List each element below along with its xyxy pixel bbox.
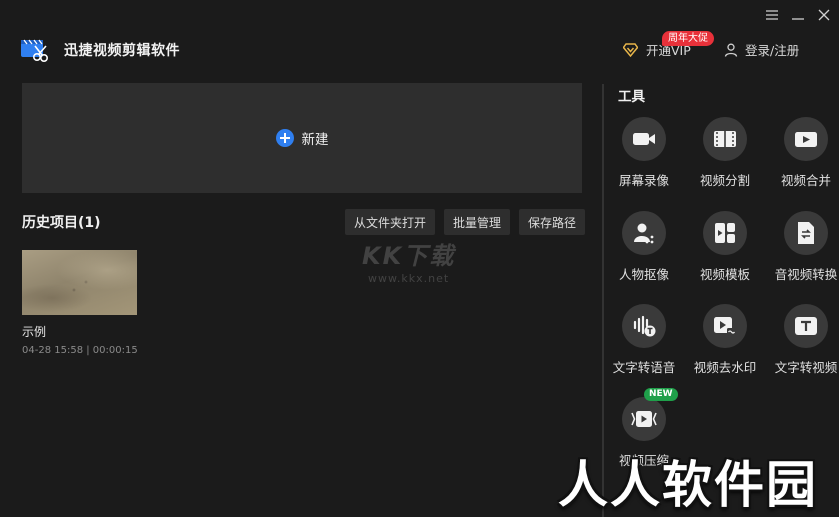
history-title: 历史项目(1) — [22, 215, 101, 231]
tool-av-convert[interactable]: 音视频转换 — [761, 211, 839, 283]
text-to-speech-icon — [622, 304, 666, 348]
login-label: 登录/注册 — [745, 43, 800, 58]
watermark-url: www.kkx.net — [367, 272, 450, 285]
window-controls — [765, 6, 831, 24]
camera-icon — [622, 117, 666, 161]
project-meta: 04-28 15:58 | 00:00:15 — [22, 345, 138, 356]
title-bar: 迅捷视频剪辑软件 开通VIP 周年大促 登录/注册 — [0, 0, 839, 80]
project-card[interactable]: 示例 04-28 15:58 | 00:00:15 — [22, 250, 138, 356]
minimize-button[interactable] — [791, 6, 805, 24]
new-project-label: 新建 — [301, 132, 329, 148]
tool-label: 视频模板 — [699, 267, 750, 282]
app-title: 迅捷视频剪辑软件 — [64, 43, 180, 59]
tools-title: 工具 — [618, 89, 645, 105]
watermark-logo-text: KK下载 — [362, 242, 456, 270]
convert-icon — [784, 211, 828, 255]
tool-label: 文字转视频 — [774, 360, 838, 375]
remove-watermark-icon — [703, 304, 747, 348]
tool-video-split[interactable]: 视频分割 — [680, 117, 770, 189]
template-icon — [703, 211, 747, 255]
close-icon — [818, 9, 830, 21]
tool-label: 人物抠像 — [618, 267, 669, 282]
tool-video-template[interactable]: 视频模板 — [680, 211, 770, 283]
project-name: 示例 — [22, 325, 47, 339]
person-cutout-icon — [622, 211, 666, 255]
compress-icon: NEW — [622, 388, 678, 441]
new-project-button[interactable]: 新建 — [22, 83, 582, 193]
film-split-icon — [703, 117, 747, 161]
menu-button[interactable] — [765, 6, 779, 24]
tool-label: 视频去水印 — [693, 360, 757, 375]
close-button[interactable] — [817, 6, 831, 24]
text-to-video-icon — [784, 304, 828, 348]
tool-text-to-video[interactable]: 文字转视频 — [761, 304, 839, 376]
diamond-icon — [623, 42, 638, 57]
project-thumbnail — [22, 250, 137, 315]
site-watermark-bottom: 人人软件园 — [558, 456, 818, 514]
tool-label: 视频分割 — [699, 173, 750, 188]
plus-icon — [275, 129, 294, 147]
tool-person-cutout[interactable]: 人物抠像 — [599, 211, 689, 283]
video-merge-icon — [784, 117, 828, 161]
new-badge: NEW — [644, 388, 678, 401]
tool-screen-record[interactable]: 屏幕录像 — [599, 117, 689, 189]
tool-remove-watermark[interactable]: 视频去水印 — [680, 304, 770, 376]
login-button[interactable]: 登录/注册 — [724, 40, 799, 59]
promo-badge: 周年大促 — [662, 31, 714, 46]
tool-video-merge[interactable]: 视频合并 — [761, 117, 839, 189]
tool-label: 音视频转换 — [774, 267, 838, 282]
menu-icon — [766, 10, 778, 20]
save-path-button[interactable]: 保存路径 — [519, 209, 586, 235]
user-icon — [724, 43, 738, 57]
minimize-icon — [792, 18, 804, 20]
tool-text-to-speech[interactable]: 文字转语音 — [599, 304, 689, 376]
tool-label: 文字转语音 — [612, 360, 676, 375]
open-from-folder-button[interactable]: 从文件夹打开 — [345, 209, 436, 235]
tool-label: 屏幕录像 — [618, 173, 669, 188]
site-watermark: KK下载 www.kkx.net — [362, 236, 455, 285]
history-actions: 从文件夹打开 批量管理 保存路径 — [345, 209, 586, 235]
tool-label: 视频合并 — [780, 173, 831, 188]
batch-manage-button[interactable]: 批量管理 — [444, 209, 511, 235]
app-logo-icon — [20, 37, 48, 63]
